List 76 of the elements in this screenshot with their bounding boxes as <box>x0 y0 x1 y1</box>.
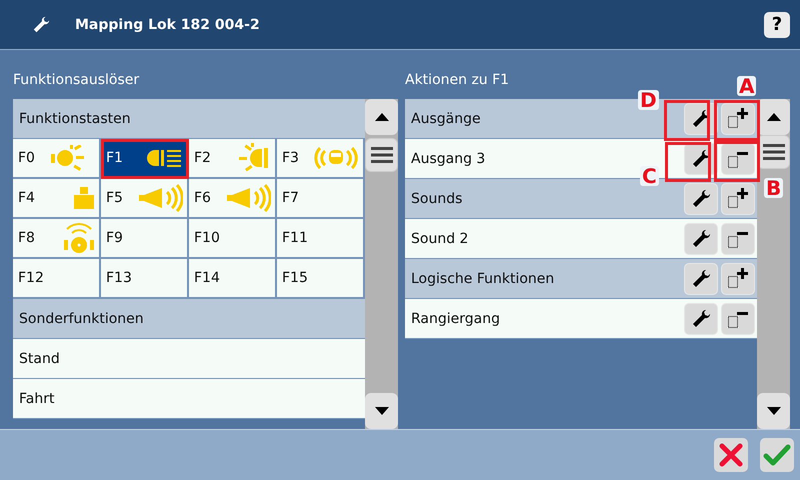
annotation-letter: A <box>737 76 756 96</box>
group-header: Funktionstasten <box>13 99 365 139</box>
highlight-frame <box>665 142 711 182</box>
function-key[interactable]: F10 <box>189 219 277 259</box>
function-key[interactable]: F5 <box>101 179 189 219</box>
scroll-down-button[interactable] <box>757 393 790 429</box>
function-key[interactable]: F0 <box>13 139 101 179</box>
annotation-letter: D <box>638 90 659 110</box>
function-key[interactable]: F13 <box>101 259 189 299</box>
group-header: Sonderfunktionen <box>13 299 365 339</box>
action-row: Sound 2 <box>405 219 757 259</box>
section-title: Aktionen zu F1 <box>405 72 510 90</box>
add-button[interactable] <box>721 262 755 294</box>
action-row: Rangiergang <box>405 299 757 339</box>
down-arrow-icon <box>374 407 388 415</box>
function-key[interactable]: F7 <box>277 179 365 219</box>
highlight-frame <box>664 100 710 141</box>
grip-icon <box>370 147 392 163</box>
function-key[interactable]: F11 <box>277 219 365 259</box>
function-key[interactable]: F9 <box>101 219 189 259</box>
wrench-icon <box>691 188 711 208</box>
add-button[interactable] <box>721 182 755 214</box>
function-key[interactable]: F6 <box>189 179 277 219</box>
action-row: Logische Funktionen <box>405 259 757 299</box>
list-item[interactable]: Fahrt <box>13 379 365 419</box>
lamp-icon <box>239 143 271 173</box>
scroll-up-button[interactable] <box>365 99 398 135</box>
bus-sound-icon <box>313 145 359 171</box>
wrench-icon <box>691 228 711 248</box>
list-item[interactable]: Stand <box>13 339 365 379</box>
annotation-letter: B <box>764 178 784 198</box>
function-key[interactable]: F3 <box>277 139 365 179</box>
up-arrow-icon <box>766 113 780 121</box>
scrollbar[interactable] <box>365 99 398 429</box>
scroll-thumb[interactable] <box>757 135 790 169</box>
remove-button[interactable] <box>721 222 755 254</box>
highlight-frame <box>714 100 760 141</box>
wrench-icon <box>691 268 711 288</box>
grip-icon <box>762 144 784 160</box>
scroll-down-button[interactable] <box>365 393 398 429</box>
remove-button[interactable] <box>721 302 755 334</box>
function-key[interactable]: F8 <box>13 219 101 259</box>
function-key[interactable]: F2 <box>189 139 277 179</box>
help-button[interactable]: ? <box>764 12 790 38</box>
add-icon <box>727 268 749 290</box>
add-icon <box>727 108 749 130</box>
highlight-frame <box>714 141 760 182</box>
function-key[interactable]: F4 <box>13 179 101 219</box>
horn-icon <box>139 184 183 212</box>
close-icon <box>719 443 743 467</box>
function-key[interactable]: F15 <box>277 259 365 299</box>
scroll-up-button[interactable] <box>757 99 790 135</box>
window-title: Mapping Lok 182 004-2 <box>75 16 261 32</box>
edit-button[interactable] <box>684 262 718 294</box>
function-key[interactable]: F1 <box>101 139 189 179</box>
add-icon <box>727 188 749 210</box>
wrench-icon <box>32 16 50 34</box>
function-key[interactable]: F12 <box>13 259 101 299</box>
add-button[interactable] <box>721 102 755 134</box>
scrollbar[interactable] <box>757 99 790 429</box>
down-arrow-icon <box>766 407 780 415</box>
function-key[interactable]: F14 <box>189 259 277 299</box>
edit-button[interactable] <box>684 182 718 214</box>
edit-button[interactable] <box>684 302 718 334</box>
remove-button[interactable] <box>721 142 755 174</box>
wrench-icon <box>691 308 711 328</box>
wheel-sound-icon <box>63 222 95 254</box>
section-title: Funktionsauslöser <box>13 72 140 90</box>
wrench-icon <box>691 148 711 168</box>
edit-button[interactable] <box>684 222 718 254</box>
weight-icon <box>73 187 95 209</box>
scroll-thumb[interactable] <box>365 138 398 172</box>
horn-icon <box>227 184 271 212</box>
cancel-button[interactable] <box>714 438 748 472</box>
up-arrow-icon <box>374 113 388 121</box>
check-icon <box>763 443 791 467</box>
